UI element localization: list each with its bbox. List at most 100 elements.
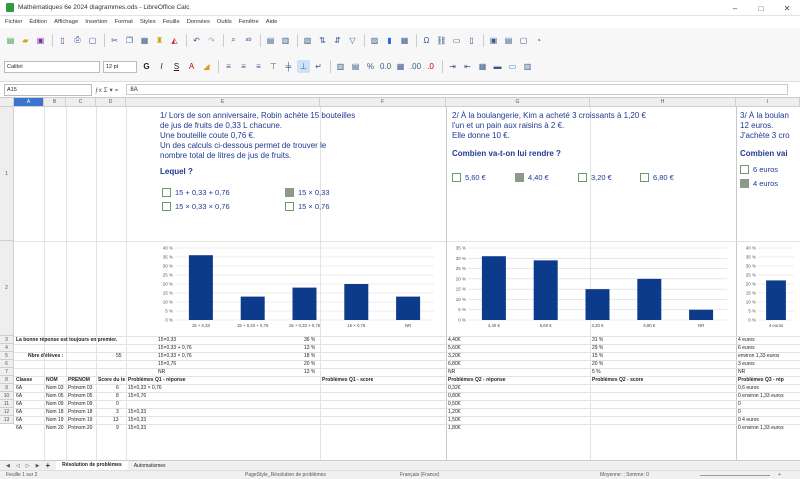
checkbox-icon[interactable] [640, 173, 649, 182]
row-header-7[interactable]: 7 [0, 368, 14, 376]
minimize-button[interactable]: – [722, 0, 748, 16]
freeze-rows-icon[interactable]: ▤ [502, 34, 515, 47]
row-header-12[interactable]: 12 [0, 408, 14, 416]
pivot-table-icon[interactable]: ▦ [398, 34, 411, 47]
maximize-button[interactable]: □ [748, 0, 774, 16]
copy-icon[interactable]: ❐ [123, 34, 136, 47]
align-top-icon[interactable]: ⊤ [267, 60, 280, 73]
clone-format-icon[interactable]: ♜ [153, 34, 166, 47]
q2-option-4[interactable]: 6,80 € [640, 173, 674, 182]
row-header-1[interactable]: 1 [0, 107, 14, 241]
menu-format[interactable]: Format [114, 19, 132, 25]
split-window-icon[interactable]: ▢ [517, 34, 530, 47]
col-header-h[interactable]: H [590, 98, 736, 107]
checkbox-icon[interactable] [452, 173, 461, 182]
language[interactable]: Français (France) [400, 472, 439, 478]
border-color-icon[interactable]: ▭ [506, 60, 519, 73]
menu-insertion[interactable]: Insertion [85, 19, 107, 25]
q2-results-chart[interactable]: 0 % 5 % 10 % 15 % 20 % 25 % 30 % 35 % 4,40 € 5,60… [448, 244, 733, 334]
q3-results-chart[interactable]: 0 % 5 % 10 % 15 % 20 % 25 % 30 % 35 % 40 % 4 euro… [738, 244, 800, 334]
font-size-combo[interactable]: 12 pt [103, 60, 137, 73]
export-pdf-icon[interactable]: ▯ [56, 34, 69, 47]
decrease-indent-icon[interactable]: ⇤ [461, 60, 474, 73]
q2-option-3[interactable]: 3,20 € [578, 173, 612, 182]
print-preview-icon[interactable]: ▢ [86, 34, 99, 47]
open-folder-icon[interactable]: ▰ [19, 34, 32, 47]
cut-icon[interactable]: ✂ [108, 34, 121, 47]
merge-cells-icon[interactable]: ▧ [301, 34, 314, 47]
align-right-icon[interactable]: ≡ [252, 60, 265, 73]
col-header-d[interactable]: D [96, 98, 126, 107]
row-header-10[interactable]: 10 [0, 392, 14, 400]
menu-styles[interactable]: Styles [140, 19, 156, 25]
q1-option-4[interactable]: 15 × 0,76 [285, 202, 330, 211]
bold-button[interactable]: G [140, 60, 153, 73]
menu-feuille[interactable]: Feuille [163, 19, 180, 25]
column-icon[interactable]: ▥ [279, 34, 292, 47]
highlight-color-icon[interactable]: ◢ [200, 60, 213, 73]
sort-descending-icon[interactable]: ⇵ [331, 34, 344, 47]
align-center-v-icon[interactable]: ╪ [282, 60, 295, 73]
sheet-nav-last-icon[interactable]: ▶ [36, 463, 40, 469]
menu-fichier[interactable]: Fichier [5, 19, 22, 25]
col-header-f[interactable]: F [320, 98, 446, 107]
close-button[interactable]: ✕ [774, 0, 800, 16]
q2-option-2[interactable]: 4,40 € [515, 173, 549, 182]
align-center-icon[interactable]: ≡ [237, 60, 250, 73]
clear-format-icon[interactable]: ◭ [168, 34, 181, 47]
col-header-c[interactable]: C [66, 98, 96, 107]
checkbox-checked-icon[interactable] [740, 179, 749, 188]
date-format-icon[interactable]: ▦ [394, 60, 407, 73]
col-header-a[interactable]: A [14, 98, 44, 107]
row-header-13[interactable]: 13 [0, 416, 14, 424]
row-header-4[interactable]: 4 [0, 344, 14, 352]
checkbox-icon[interactable] [162, 202, 171, 211]
checkbox-checked-icon[interactable] [515, 173, 524, 182]
row-header-2[interactable]: 2 [0, 241, 14, 336]
sheet-nav-next-icon[interactable]: ▷ [26, 463, 30, 469]
align-left-icon[interactable]: ≡ [222, 60, 235, 73]
number-format-icon[interactable]: 0.0 [379, 60, 392, 73]
spelling-icon[interactable]: ᵃᵇ [242, 34, 255, 47]
italic-button[interactable]: I [155, 60, 168, 73]
font-name-combo[interactable]: Calibri [4, 60, 100, 73]
currency-format-icon[interactable]: ▤ [349, 60, 362, 73]
wrap-text-icon[interactable]: ↵ [312, 60, 325, 73]
align-bottom-icon[interactable]: ⊥ [297, 60, 310, 73]
sheet-tab-automatismes[interactable]: Automatismes [128, 461, 172, 471]
add-sheet-icon[interactable]: + [45, 461, 50, 470]
percent-format-icon[interactable]: % [364, 60, 377, 73]
row-icon[interactable]: ▤ [264, 34, 277, 47]
border-style-icon[interactable]: ▬ [491, 60, 504, 73]
insert-chart-icon[interactable]: ▮ [383, 34, 396, 47]
paste-icon[interactable]: ▦ [138, 34, 151, 47]
find-replace-icon[interactable]: ⌕ [227, 34, 240, 47]
menu-aide[interactable]: Aide [266, 19, 278, 25]
menu-donnees[interactable]: Données [187, 19, 210, 25]
redo-icon[interactable]: ↷ [205, 34, 218, 47]
show-draw-functions-icon[interactable]: ◔ [532, 34, 545, 47]
q3-option-1[interactable]: 6 euros [740, 165, 778, 174]
new-document-icon[interactable]: ▤ [4, 34, 17, 47]
sheet-nav-first-icon[interactable]: ◀ [6, 463, 10, 469]
zoom-in-button[interactable]: + [778, 472, 781, 478]
delete-decimal-icon[interactable]: .0 [424, 60, 437, 73]
q1-option-1[interactable]: 15 + 0,33 + 0,76 [162, 188, 230, 197]
underline-button[interactable]: S [170, 60, 183, 73]
zoom-slider[interactable] [700, 475, 770, 476]
q1-option-3[interactable]: 15 × 0,33 × 0,76 [162, 202, 230, 211]
autofilter-icon[interactable]: ▽ [346, 34, 359, 47]
checkbox-checked-icon[interactable] [285, 188, 294, 197]
sort-ascending-icon[interactable]: ⇅ [316, 34, 329, 47]
add-decimal-icon[interactable]: .00 [409, 60, 422, 73]
print-icon[interactable]: ⎙ [71, 34, 84, 47]
menu-affichage[interactable]: Affichage [54, 19, 78, 25]
sheet-nav-prev-icon[interactable]: ◁ [16, 463, 20, 469]
increase-indent-icon[interactable]: ⇥ [446, 60, 459, 73]
checkbox-icon[interactable] [578, 173, 587, 182]
menu-edition[interactable]: Édition [29, 19, 47, 25]
undo-icon[interactable]: ↶ [190, 34, 203, 47]
row-header-8[interactable]: 8 [0, 376, 14, 384]
checkbox-icon[interactable] [285, 202, 294, 211]
name-box[interactable]: A15 [4, 83, 92, 96]
